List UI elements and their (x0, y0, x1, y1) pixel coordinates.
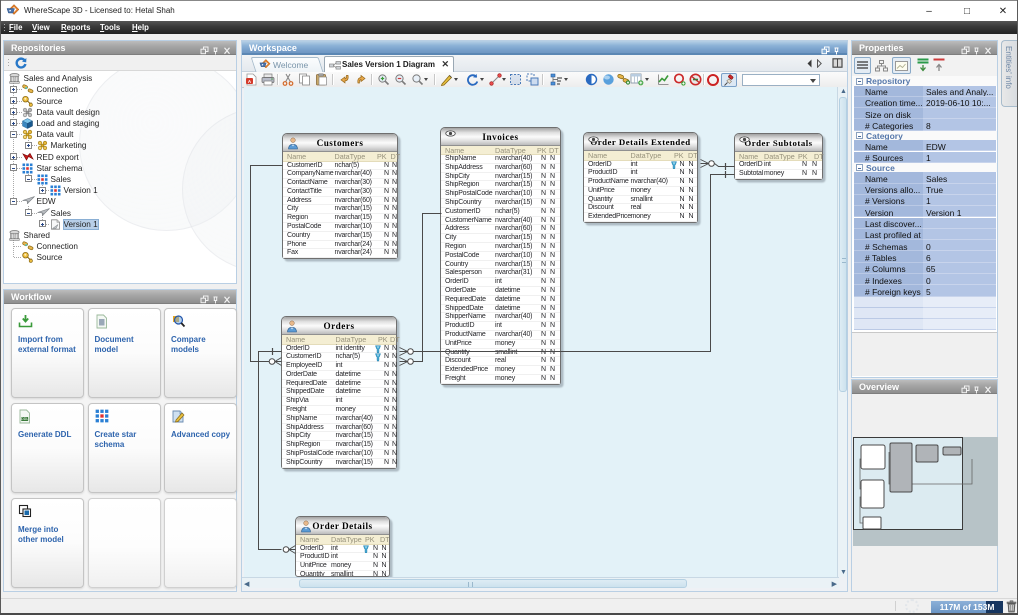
svg-text:DDL: DDL (21, 417, 28, 421)
